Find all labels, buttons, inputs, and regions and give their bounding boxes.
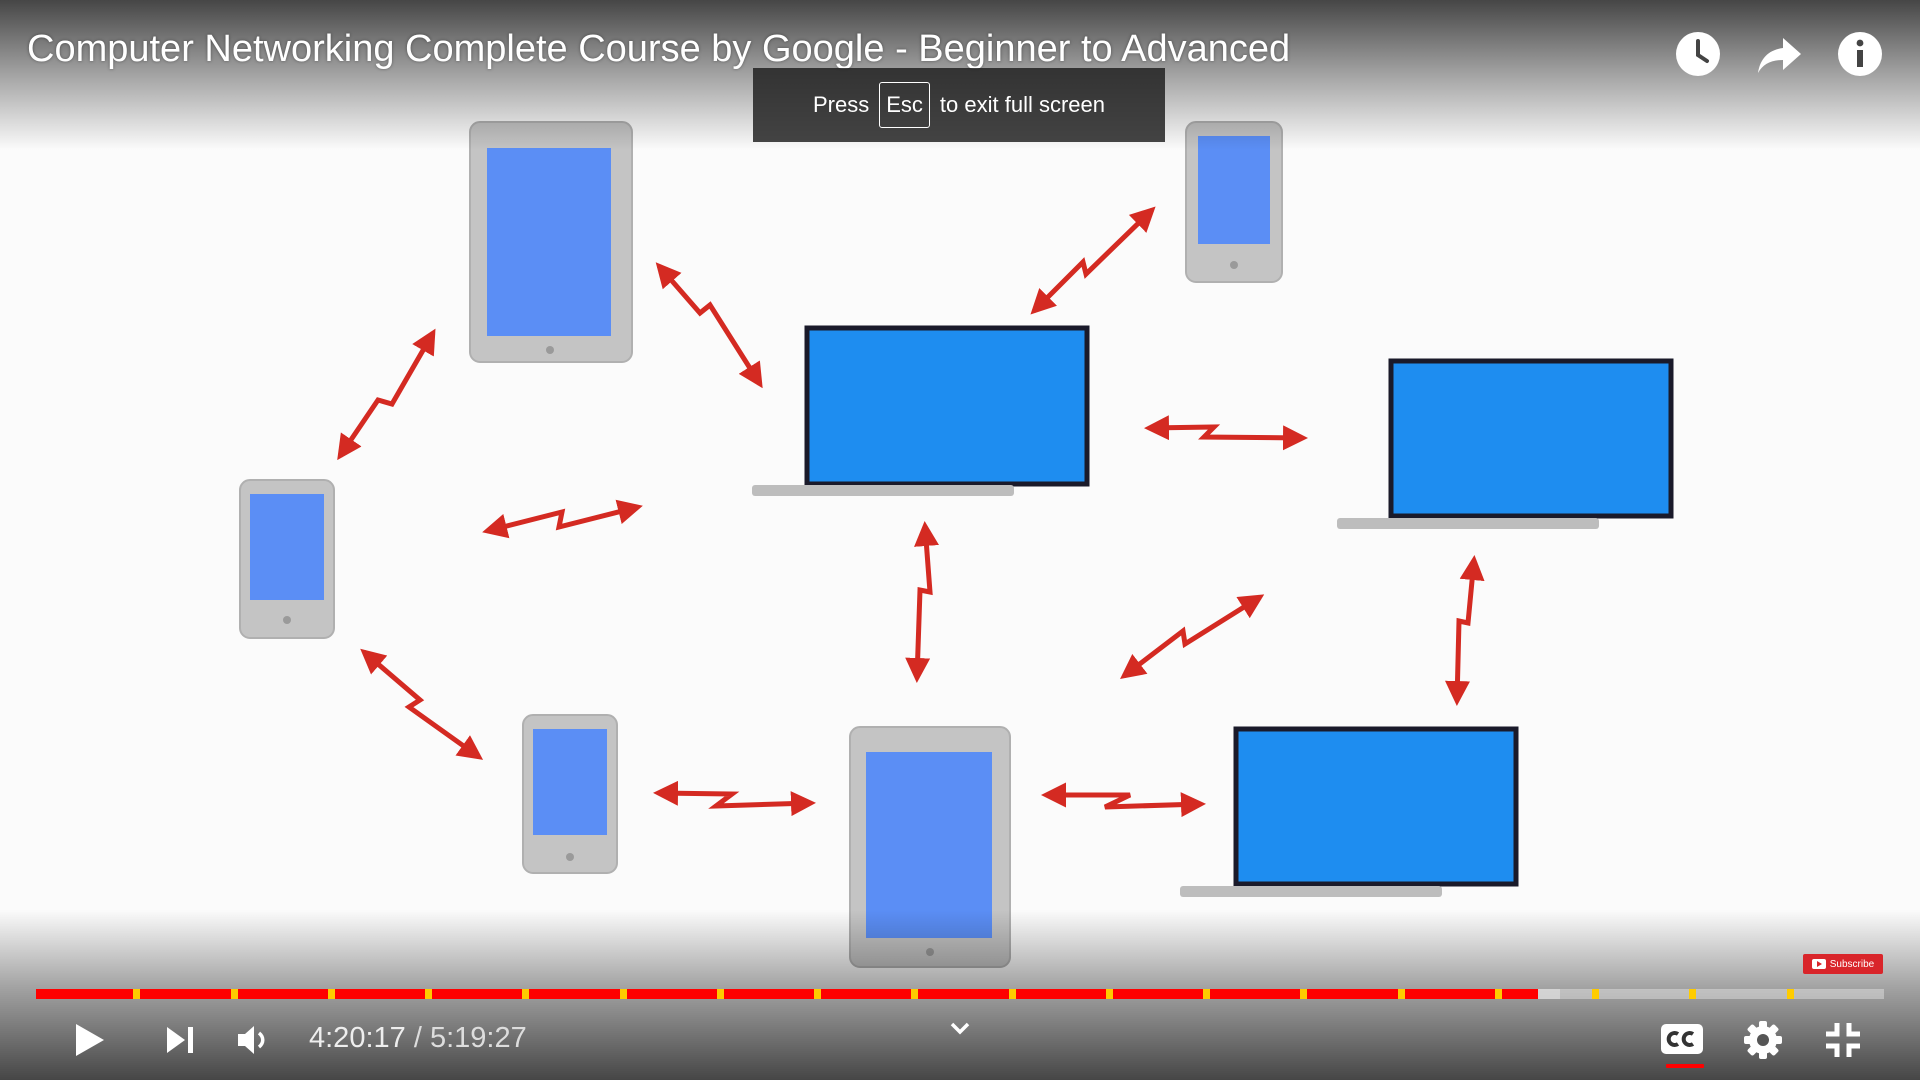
- time-display: 4:20:17 / 5:19:27: [309, 1022, 527, 1055]
- chapter-marker: [717, 989, 724, 999]
- chapter-marker: [425, 989, 432, 999]
- settings-button[interactable]: [1735, 1012, 1791, 1068]
- chapter-marker: [1398, 989, 1405, 999]
- next-icon: [167, 1027, 193, 1053]
- fullscreen-exit-notice: Press Esc to exit full screen: [753, 68, 1165, 142]
- chapter-marker: [1300, 989, 1307, 999]
- chapter-marker: [1203, 989, 1210, 999]
- laptop-device: [1180, 726, 1519, 897]
- subscribe-watermark[interactable]: Subscribe: [1803, 954, 1883, 974]
- notice-suffix: to exit full screen: [939, 92, 1105, 117]
- chapter-marker: [911, 989, 918, 999]
- progress-played: [36, 989, 1538, 999]
- play-button[interactable]: [60, 1012, 116, 1068]
- tablet-device: [469, 121, 633, 363]
- play-icon: [76, 1024, 104, 1056]
- chapter-marker: [522, 989, 529, 999]
- watch-later-button[interactable]: [1672, 28, 1724, 80]
- duration: 5:19:27: [429, 1022, 527, 1054]
- expand-chapters-button[interactable]: [932, 1000, 988, 1056]
- exit-fullscreen-button[interactable]: [1815, 1012, 1871, 1068]
- captions-icon: [1661, 1024, 1703, 1054]
- settings-icon: [1744, 1021, 1782, 1059]
- volume-icon: [238, 1026, 265, 1054]
- next-button[interactable]: [152, 1012, 208, 1068]
- chapter-marker: [231, 989, 238, 999]
- captions-button[interactable]: [1654, 1012, 1710, 1068]
- watch-later-icon: [1676, 32, 1720, 76]
- info-button[interactable]: [1834, 28, 1886, 80]
- chapter-marker: [620, 989, 627, 999]
- chapter-marker: [1592, 989, 1599, 999]
- video-title[interactable]: Computer Networking Complete Course by G…: [27, 28, 1290, 71]
- chapter-marker: [1009, 989, 1016, 999]
- exit-fullscreen-icon: [1826, 1023, 1860, 1057]
- mute-button[interactable]: [226, 1012, 282, 1068]
- chapter-marker: [1106, 989, 1113, 999]
- share-button[interactable]: [1753, 28, 1805, 80]
- esc-key-hint: Esc: [879, 82, 930, 128]
- player-controls: 4:20:17 / 5:19:27: [0, 1012, 1920, 1068]
- phone-device: [239, 479, 335, 639]
- laptop-device: [752, 325, 1090, 496]
- subscribe-label: Subscribe: [1829, 958, 1875, 970]
- chevron-down-icon: [950, 1022, 970, 1035]
- chapter-marker: [1787, 989, 1794, 999]
- captions-active-indicator: [1666, 1064, 1704, 1068]
- youtube-logo-icon: [1811, 959, 1826, 969]
- laptop-device: [1337, 358, 1674, 529]
- chapter-marker: [1689, 989, 1696, 999]
- phone-device: [522, 714, 618, 874]
- chapter-marker: [133, 989, 140, 999]
- chapter-marker: [328, 989, 335, 999]
- share-icon: [1758, 38, 1801, 73]
- chapter-marker: [1495, 989, 1502, 999]
- notice-prefix: Press: [812, 92, 870, 117]
- info-icon: [1838, 32, 1882, 76]
- time-separator: /: [413, 1022, 422, 1054]
- chapter-marker: [814, 989, 821, 999]
- progress-bar[interactable]: [36, 989, 1884, 999]
- current-time: 4:20:17: [309, 1022, 406, 1054]
- top-actions: [1672, 28, 1920, 80]
